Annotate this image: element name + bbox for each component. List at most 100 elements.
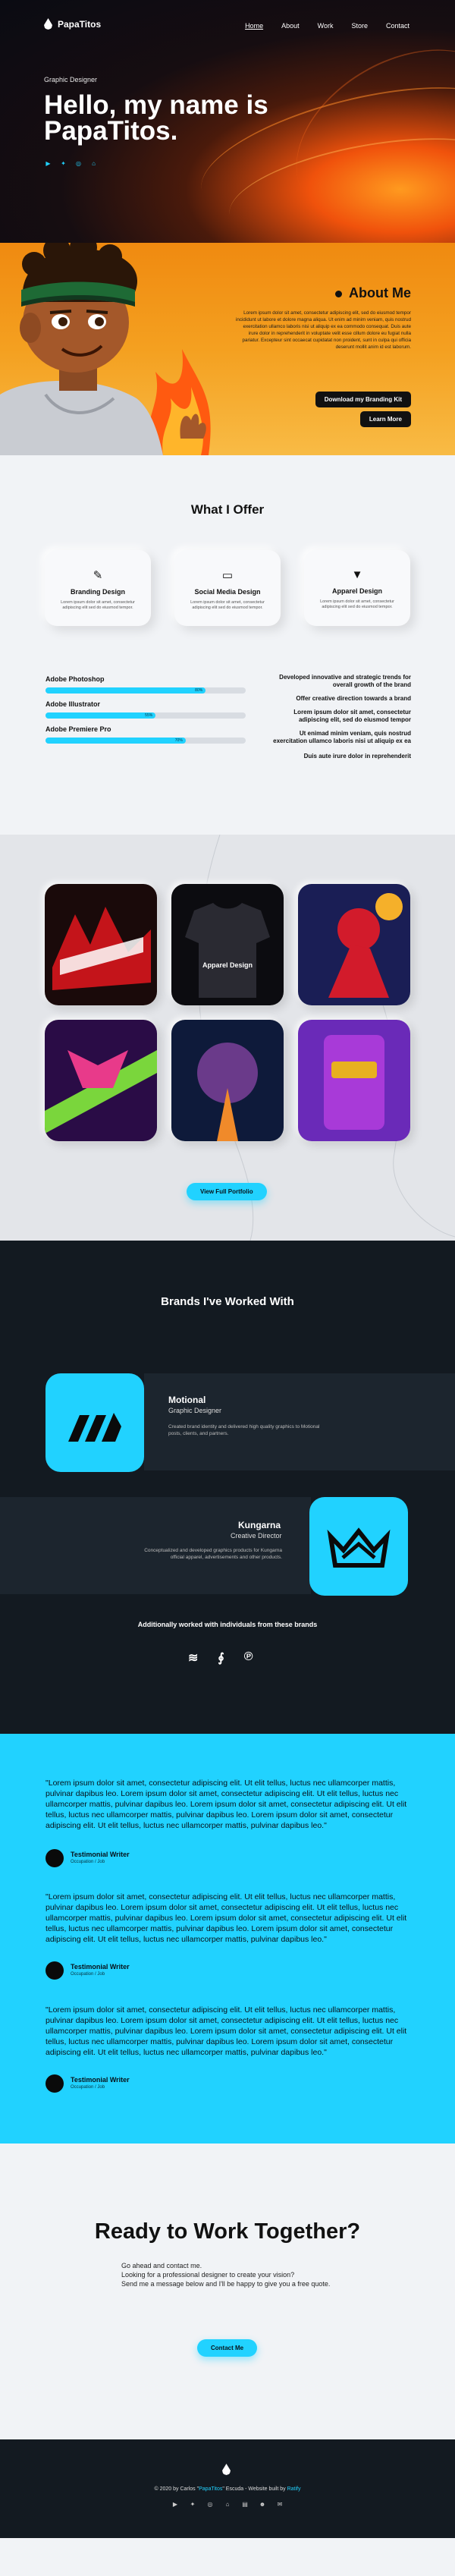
cta-line: Go ahead and contact me. <box>121 2262 202 2269</box>
service-title: Apparel Design <box>331 587 382 595</box>
service-card-branding[interactable]: ✎ Branding Design Lorem ipsum dolor sit … <box>45 550 151 626</box>
skill-premiere: Adobe Premiere Pro 70% <box>46 725 246 744</box>
about-title: About Me <box>335 285 411 301</box>
testimonial-name: Testimonial Writer <box>71 1963 130 1971</box>
character-illustration <box>0 243 211 455</box>
hero-socials: ▶ ✦ ◎ ⌂ <box>44 159 98 168</box>
twitch-icon[interactable]: ▤ <box>241 2500 249 2508</box>
nav-item-work[interactable]: Work <box>318 22 334 30</box>
copyright-text: © 2020 by Carlos " <box>154 2486 199 2492</box>
portfolio-tile[interactable]: Apparel Design <box>171 884 284 1005</box>
discord-icon[interactable]: ☻ <box>259 2500 267 2508</box>
youtube-icon[interactable]: ▶ <box>44 159 52 168</box>
cta-title: Ready to Work Together? <box>94 2219 361 2244</box>
view-portfolio-button[interactable]: View Full Portfolio <box>187 1183 267 1200</box>
footer-copyright: © 2020 by Carlos "PapaTitos" Escuda - We… <box>0 2486 455 2492</box>
service-desc: Lorem ipsum dolor sit amet, consectetur … <box>320 599 394 609</box>
nav-item-contact[interactable]: Contact <box>386 22 410 30</box>
skill-percent: 80% <box>195 688 203 693</box>
contact-me-button[interactable]: Contact Me <box>197 2339 258 2357</box>
portfolio-artwork <box>298 1020 410 1141</box>
chevrons-logo-art <box>68 1413 121 1442</box>
site-logo[interactable]: PapaTitos <box>44 18 101 30</box>
brand-desc: Created brand identity and delivered hig… <box>168 1424 320 1436</box>
footer: © 2020 by Carlos "PapaTitos" Escuda - We… <box>0 2439 455 2538</box>
testimonial-occupation: Occupation / Job <box>71 1860 105 1864</box>
brand-strip <box>0 1497 311 1594</box>
nav-item-about[interactable]: About <box>281 22 300 30</box>
download-branding-kit-button[interactable]: Download my Branding Kit <box>315 392 411 407</box>
tsm-logo-icon: ∮ <box>218 1652 224 1665</box>
brand-role: Graphic Designer <box>168 1407 222 1414</box>
skill-bar: 70% <box>46 738 246 744</box>
testimonial-name: Testimonial Writer <box>71 2076 130 2084</box>
instagram-icon[interactable]: ◎ <box>74 159 83 168</box>
brands-title: Brands I've Worked With <box>161 1295 294 1308</box>
service-desc: Lorem ipsum dolor sit amet, consectetur … <box>190 600 265 610</box>
brand-row-kungarna: Kungarna Creative Director Conceptualize… <box>0 1497 455 1596</box>
brand-name: PapaTitos <box>58 18 102 30</box>
nav-item-home[interactable]: Home <box>245 22 263 30</box>
testimonial-quote: "Lorem ipsum dolor sit amet, consectetur… <box>46 1779 407 1830</box>
testimonial-quote: "Lorem ipsum dolor sit amet, consectetur… <box>46 2005 407 2057</box>
copyright-name: PapaTitos <box>199 2486 223 2492</box>
tile-caption: Apparel Design <box>202 961 253 969</box>
testimonial-occupation: Occupation / Job <box>71 2085 105 2090</box>
youtube-icon[interactable]: ▶ <box>171 2500 180 2508</box>
brands-section: Brands I've Worked With Motional Graphic… <box>0 1241 455 1734</box>
portfolio-tile[interactable] <box>45 1020 157 1141</box>
service-title: Branding Design <box>70 588 125 596</box>
avatar <box>46 1849 64 1867</box>
skill-label: Adobe Photoshop <box>46 675 105 683</box>
skill-bar: 55% <box>46 712 246 719</box>
service-card-social-media[interactable]: ▭ Social Media Design Lorem ipsum dolor … <box>174 550 281 626</box>
portfolio-artwork <box>171 884 284 1005</box>
shirt-icon: ▼ <box>351 568 363 581</box>
instagram-icon[interactable]: ◎ <box>206 2500 215 2508</box>
portfolio-tile[interactable] <box>45 884 157 1005</box>
mail-icon[interactable]: ✉ <box>276 2500 284 2508</box>
twitter-icon[interactable]: ✦ <box>189 2500 197 2508</box>
skill-illustrator: Adobe Illustrator 55% <box>46 700 246 719</box>
skill-bar-fill: 55% <box>46 712 156 719</box>
testimonials-section: "Lorem ipsum dolor sit amet, consectetur… <box>0 1734 455 2144</box>
hero-title: Hello, my name is PapaTitos. <box>44 90 268 146</box>
skill-label: Adobe Premiere Pro <box>46 725 111 733</box>
drop-logo-icon <box>222 2464 231 2475</box>
offer-point: Ut enimad minim veniam, quis nostrud exe… <box>273 730 411 744</box>
offer-point: Lorem ipsum dolor sit amet, consectetur … <box>293 709 411 723</box>
cta-line: Send me a message below and I'll be happ… <box>121 2280 331 2288</box>
brand-desc: Conceptualized and developed graphics pr… <box>144 1548 282 1560</box>
testimonial-quote: "Lorem ipsum dolor sit amet, consectetur… <box>46 1892 407 1944</box>
builder-link[interactable]: Ratify <box>287 2486 301 2492</box>
drop-logo-icon <box>44 18 52 30</box>
nav-item-store[interactable]: Store <box>351 22 368 30</box>
about-text: Lorem ipsum dolor sit amet, consectetur … <box>235 310 411 350</box>
footer-socials: ▶ ✦ ◎ ⌂ ▤ ☻ ✉ <box>0 2500 455 2508</box>
brand-name: Kungarna <box>238 1520 281 1530</box>
twitter-icon[interactable]: ✦ <box>59 159 67 168</box>
skill-percent: 70% <box>174 738 183 743</box>
skill-photoshop: Adobe Photoshop 80% <box>46 675 246 694</box>
store-icon[interactable]: ⌂ <box>224 2500 232 2508</box>
offer-point: Duis aute irure dolor in reprehenderit <box>303 753 411 760</box>
service-card-apparel[interactable]: ▼ Apparel Design Lorem ipsum dolor sit a… <box>304 550 410 626</box>
brand-name: Motional <box>168 1395 206 1405</box>
learn-more-button[interactable]: Learn More <box>359 411 411 427</box>
portfolio-tile[interactable] <box>171 1020 284 1141</box>
store-icon[interactable]: ⌂ <box>89 159 98 168</box>
portfolio-tile[interactable] <box>298 1020 410 1141</box>
crown-logo-art <box>327 1527 391 1568</box>
nav-menu: Home About Work Store Contact <box>245 22 410 30</box>
portfolio-artwork <box>298 884 410 1005</box>
footer-logo[interactable] <box>222 2464 231 2475</box>
offer-point: Offer creative direction towards a brand <box>296 695 411 702</box>
brand-role: Creative Director <box>231 1532 282 1540</box>
pgl-logo-icon: ℗ <box>243 1650 253 1663</box>
faze-logo-icon: ≋ <box>188 1652 199 1665</box>
testimonial-name: Testimonial Writer <box>71 1851 130 1858</box>
portfolio-tile[interactable] <box>298 884 410 1005</box>
laptop-icon: ▭ <box>221 569 234 582</box>
skill-label: Adobe Illustrator <box>46 700 101 708</box>
brand-strip <box>144 1373 455 1470</box>
